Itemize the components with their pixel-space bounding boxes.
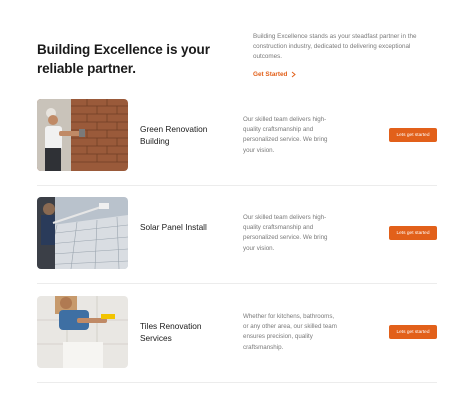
row-divider bbox=[37, 382, 437, 383]
get-started-label: Get Started bbox=[253, 71, 288, 78]
lets-get-started-button[interactable]: Lets get started bbox=[389, 325, 437, 339]
service-row: Tiles Renovation Services Whether for ki… bbox=[37, 296, 437, 383]
service-image-solar-panel bbox=[37, 197, 128, 269]
row-divider bbox=[37, 185, 437, 186]
lets-get-started-button[interactable]: Lets get started bbox=[389, 128, 437, 142]
service-image-tiling bbox=[37, 296, 128, 368]
service-row: Green Renovation Building Our skilled te… bbox=[37, 99, 437, 186]
service-title: Solar Panel Install bbox=[140, 222, 207, 232]
lets-get-started-button[interactable]: Lets get started bbox=[389, 226, 437, 240]
service-image-bricklayer bbox=[37, 99, 128, 171]
row-divider bbox=[37, 283, 437, 284]
get-started-link[interactable]: Get Started bbox=[253, 71, 297, 78]
services-section: Building Excellence is your reliable par… bbox=[0, 0, 474, 413]
chevron-right-icon bbox=[291, 71, 297, 78]
service-description: Whether for kitchens, bathrooms, or any … bbox=[243, 313, 337, 351]
service-title: Green Renovation Building bbox=[140, 124, 208, 146]
section-intro: Building Excellence stands as your stead… bbox=[253, 33, 417, 60]
service-description: Our skilled team delivers high-quality c… bbox=[243, 116, 328, 154]
section-headline: Building Excellence is your reliable par… bbox=[37, 42, 210, 76]
service-row: Solar Panel Install Our skilled team del… bbox=[37, 197, 437, 284]
service-description: Our skilled team delivers high-quality c… bbox=[243, 214, 328, 252]
service-title: Tiles Renovation Services bbox=[140, 321, 202, 343]
